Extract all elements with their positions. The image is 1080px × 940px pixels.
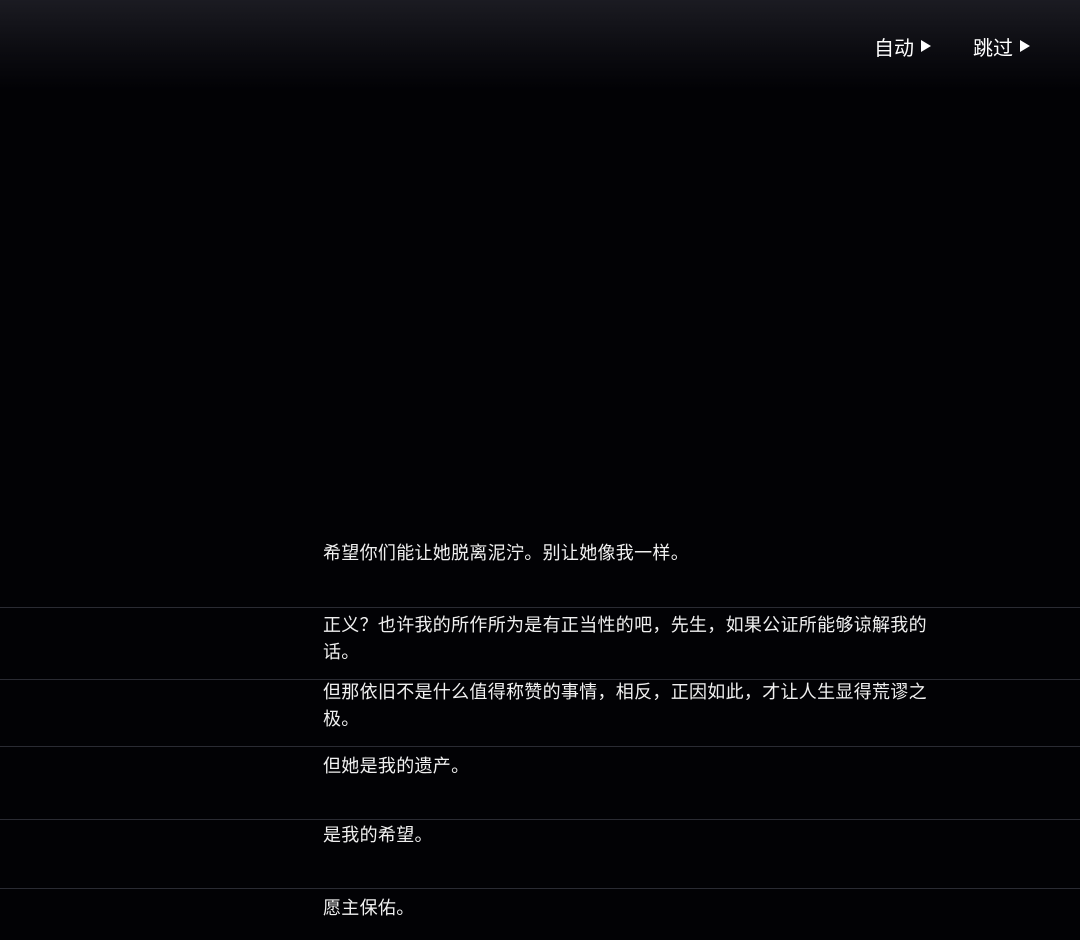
divider: [0, 746, 1080, 747]
dialogue-line: 愿主保佑。: [323, 898, 415, 919]
dialogue-line: 是我的希望。: [323, 825, 433, 846]
divider: [0, 888, 1080, 889]
dialogue-line: 但她是我的遗产。: [323, 756, 470, 777]
dialogue-line: 希望你们能让她脱离泥泞。别让她像我一样。: [323, 543, 689, 564]
divider: [0, 819, 1080, 820]
dialogue-line: 但那依旧不是什么值得称赞的事情，相反，正因如此，才让人生显得荒谬之极。: [323, 682, 927, 730]
divider: [0, 607, 1080, 608]
dialogue-log[interactable]: 希望你们能让她脱离泥泞。别让她像我一样。 正义？也许我的所作所为是有正当性的吧，…: [0, 0, 1080, 940]
dialogue-line: 正义？也许我的所作所为是有正当性的吧，先生，如果公证所能够谅解我的话。: [323, 615, 927, 663]
